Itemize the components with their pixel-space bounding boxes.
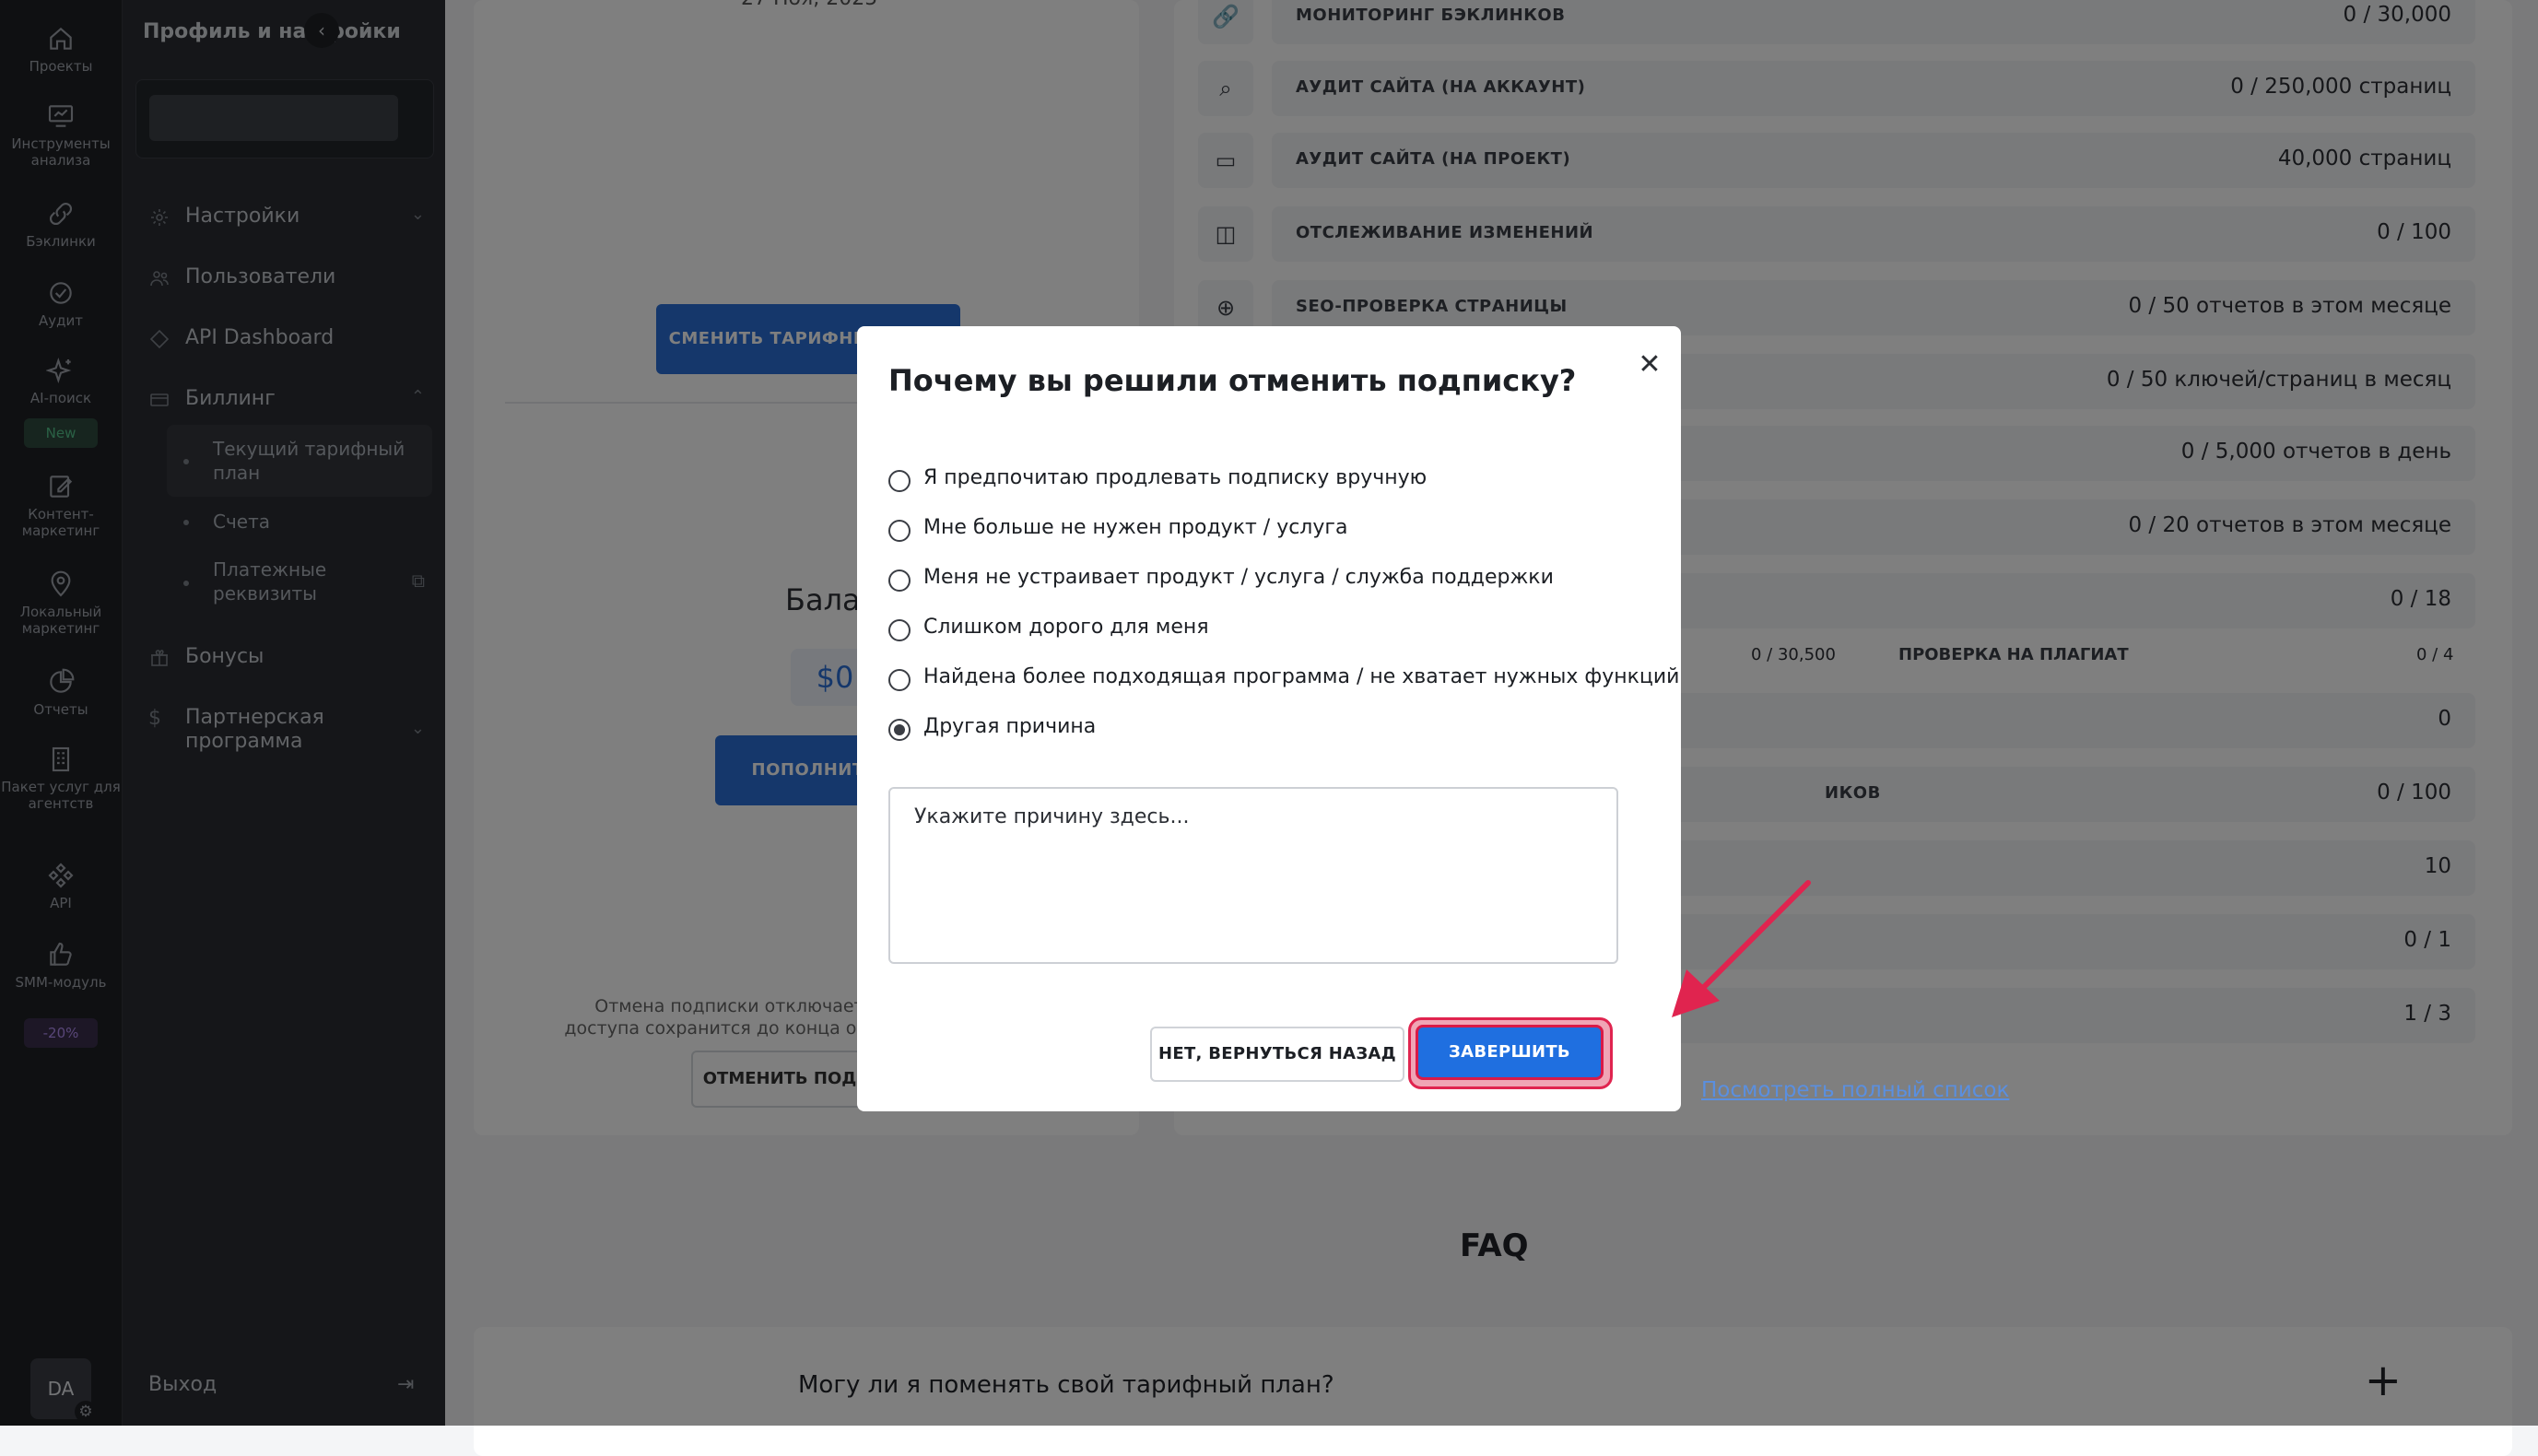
close-icon[interactable]: ✕ — [1631, 346, 1668, 383]
option-label: Слишком дорого для меня — [923, 616, 1209, 639]
option-label: Найдена более подходящая программа / не … — [923, 665, 1680, 688]
go-back-button[interactable]: НЕТ, ВЕРНУТЬСЯ НАЗАД — [1150, 1027, 1404, 1082]
reason-textarea[interactable] — [888, 787, 1618, 964]
option-label: Мне больше не нужен продукт / услуга — [923, 516, 1348, 539]
radio-button[interactable] — [888, 520, 911, 542]
option-label: Другая причина — [923, 715, 1097, 738]
radio-button[interactable] — [888, 669, 911, 691]
annotation-arrow-icon — [1672, 880, 1811, 1017]
confirm-unsubscribe-button[interactable]: ЗАВЕРШИТЬ ОТПИСКУ — [1416, 1025, 1604, 1111]
option-label: Я предпочитаю продлевать подписку вручну… — [923, 466, 1428, 489]
cancel-reason-dialog: Почему вы решили отменить подписку? ✕ Я … — [857, 326, 1681, 1111]
option-label: Меня не устраивает продукт / услуга / сл… — [923, 566, 1554, 589]
radio-button[interactable] — [888, 619, 911, 641]
see-full-list-link[interactable]: Посмотреть полный список — [1701, 1078, 2009, 1102]
radio-button-checked[interactable] — [888, 719, 911, 741]
dialog-title: Почему вы решили отменить подписку? — [888, 363, 1577, 398]
radio-button[interactable] — [888, 569, 911, 592]
radio-button[interactable] — [888, 470, 911, 492]
